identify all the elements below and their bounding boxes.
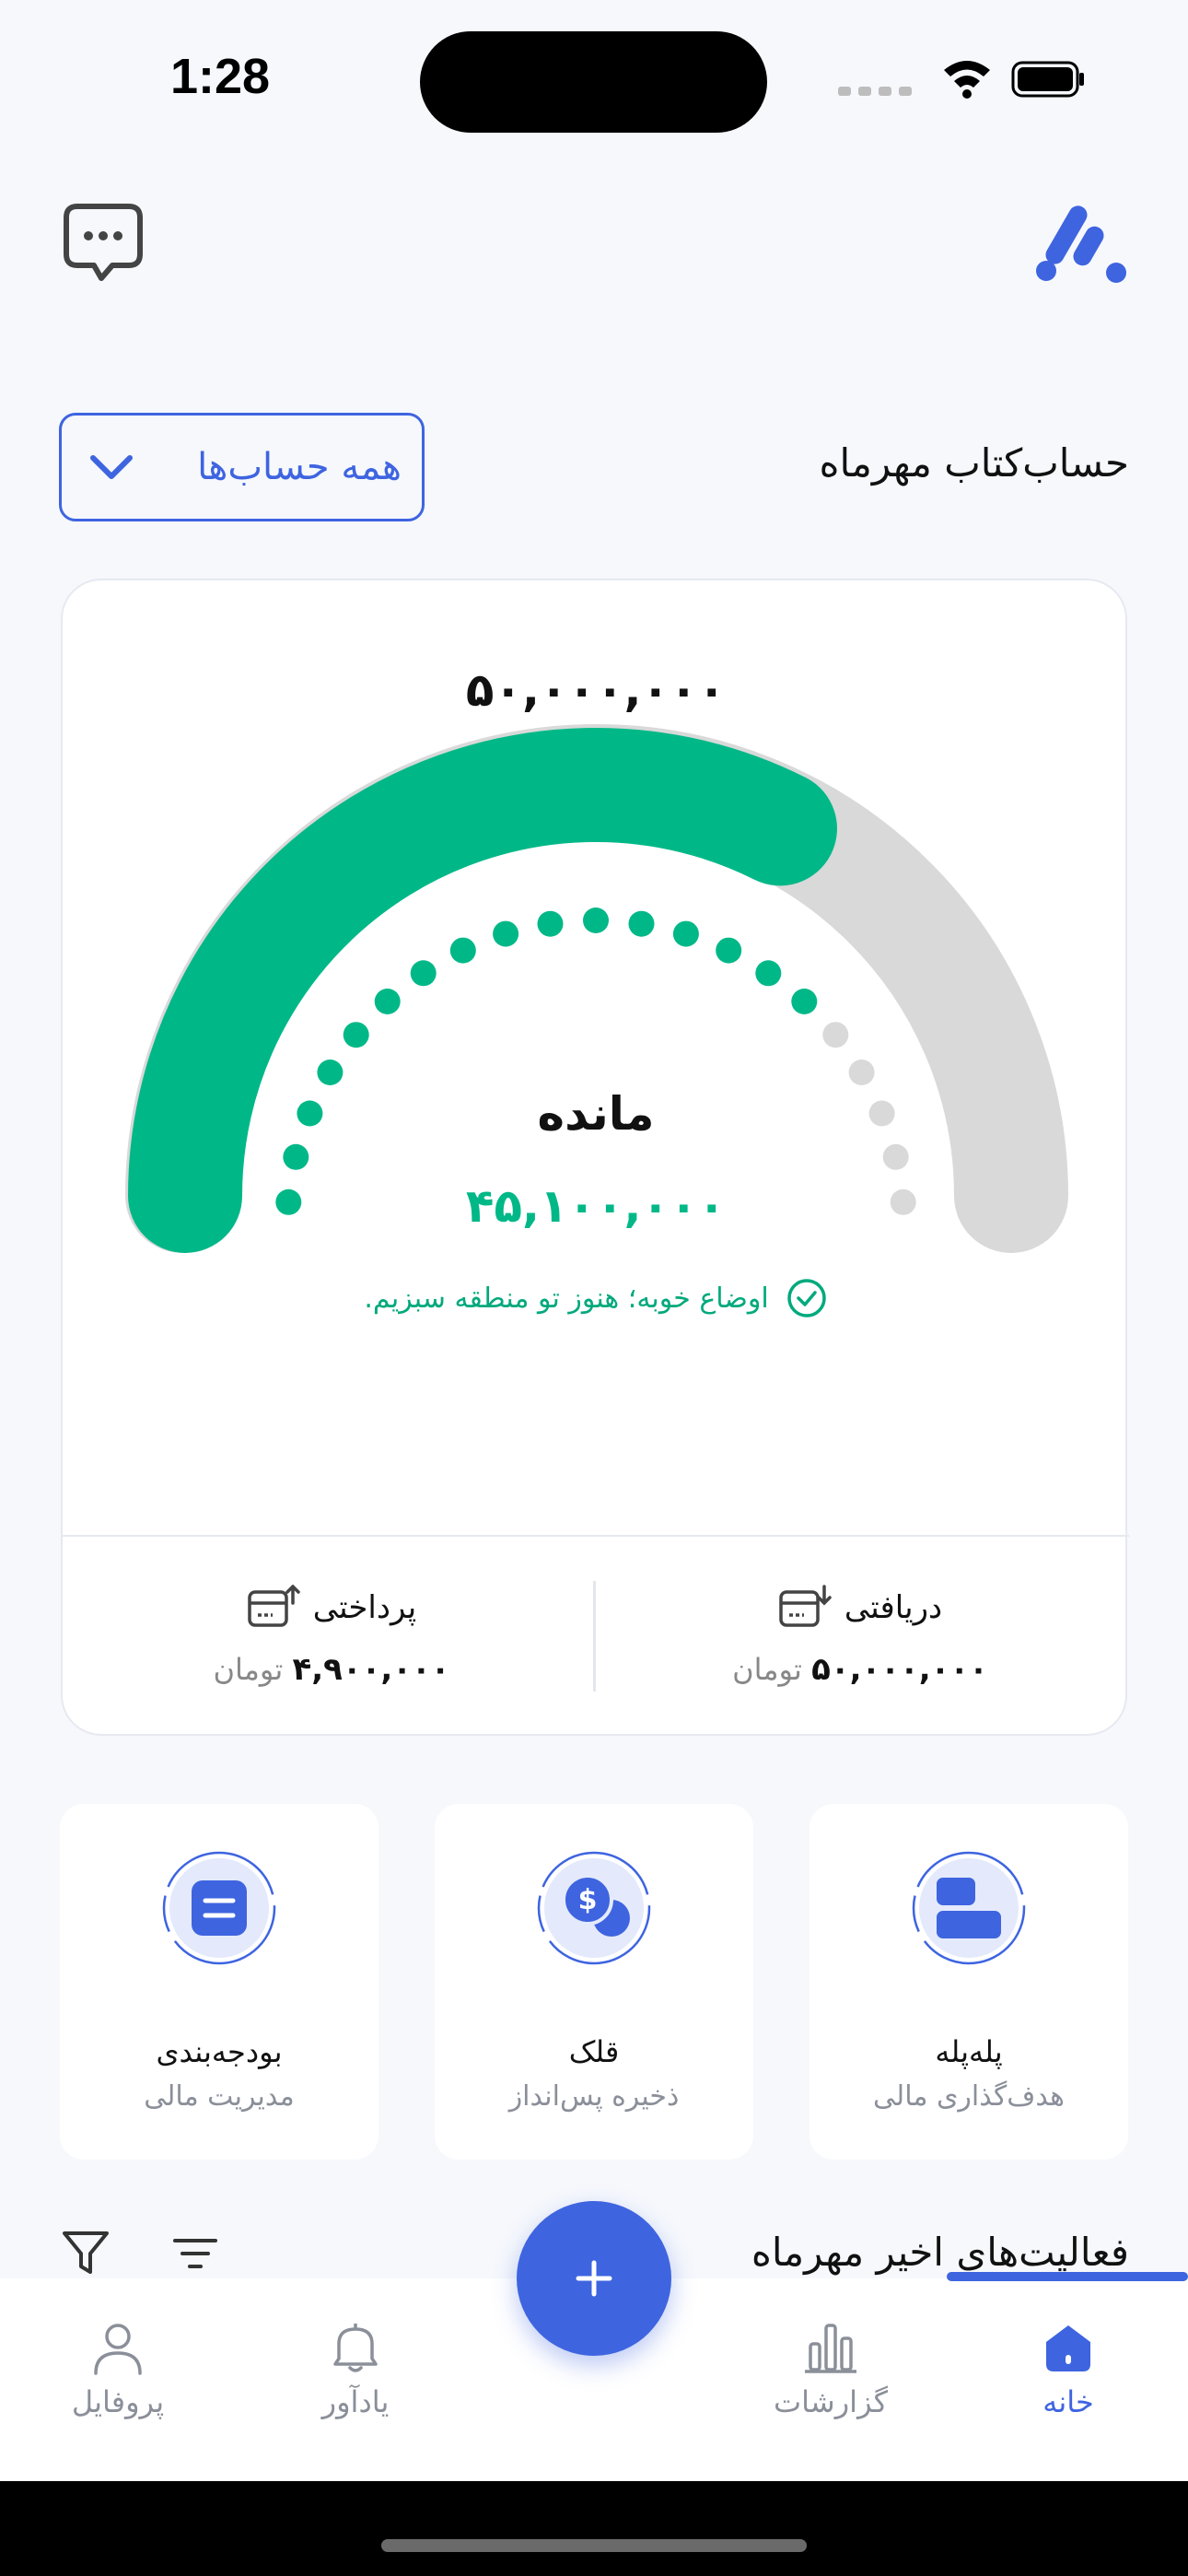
gauge-dot	[449, 937, 476, 964]
filter-icon[interactable]	[59, 2226, 112, 2279]
tab-home[interactable]: خانه	[976, 2318, 1160, 2419]
gauge-dot	[317, 1060, 344, 1085]
gauge-dot	[822, 1022, 849, 1048]
gauge-dot	[410, 960, 437, 987]
tile-budget-title: بودجه‌بندی	[156, 2034, 283, 2069]
status-message-text: اوضاع خوبه؛ هنوز تو منطقه سبزیم.	[364, 1282, 769, 1315]
tile-piggy[interactable]: $ قلک ذخیره پس‌انداز	[435, 1804, 753, 2160]
dynamic-island	[420, 31, 767, 133]
expense-value: ۴,۹۰۰,۰۰۰	[292, 1651, 450, 1688]
home-indicator-area	[0, 2481, 1188, 2576]
gauge-dot	[848, 1060, 875, 1085]
income-summary[interactable]: دریافتی ۵۰,۰۰۰,۰۰۰ تومان	[602, 1585, 1118, 1688]
card-divider	[63, 1535, 1129, 1537]
bell-icon	[333, 2324, 378, 2372]
activities-underline	[947, 2272, 1188, 2281]
total-amount: ۵۰,۰۰۰,۰۰۰	[465, 663, 727, 717]
piggy-coin-icon: $	[537, 1851, 651, 1965]
flow-divider	[593, 1581, 596, 1692]
tab-reports[interactable]: گزارشات	[739, 2318, 923, 2419]
gauge-dot	[493, 920, 519, 947]
gauge-dot	[716, 937, 742, 964]
tab-profile-label: پروفایل	[71, 2384, 165, 2419]
balance-gauge	[125, 724, 1068, 1253]
gauge-dot	[628, 910, 655, 937]
expense-summary[interactable]: پرداختی ۴,۹۰۰,۰۰۰ تومان	[74, 1585, 589, 1688]
tab-reports-label: گزارشات	[774, 2384, 888, 2419]
status-time: 1:28	[170, 49, 271, 104]
user-icon	[94, 2324, 142, 2375]
signal-icon	[838, 87, 912, 96]
expense-card-icon	[248, 1585, 300, 1627]
account-selector-label: همه حساب‌ها	[197, 446, 402, 488]
tile-piggy-subtitle: ذخیره پس‌انداز	[508, 2080, 680, 2113]
remaining-label: مانده	[537, 1087, 655, 1141]
tab-reminder-label: یادآور	[321, 2384, 390, 2419]
tile-budget[interactable]: بودجه‌بندی مدیریت مالی	[60, 1804, 379, 2160]
gauge-dot	[755, 960, 782, 987]
expense-unit: تومان	[213, 1652, 284, 1687]
home-icon	[1046, 2325, 1090, 2371]
income-unit: تومان	[732, 1652, 802, 1687]
activities-title: فعالیت‌های اخیر مهرماه	[751, 2230, 1129, 2275]
home-indicator[interactable]	[381, 2539, 807, 2552]
expense-label: پرداختی	[312, 1589, 417, 1626]
plus-icon	[576, 2260, 612, 2297]
bar-chart-icon	[805, 2324, 856, 2373]
gauge-dot	[583, 907, 609, 933]
svg-text:$: $	[578, 1884, 598, 1916]
tile-piggy-title: قلک	[568, 2034, 620, 2069]
status-icons	[838, 57, 1087, 107]
gauge-dot	[791, 989, 818, 1014]
wifi-icon	[944, 61, 990, 99]
status-message: اوضاع خوبه؛ هنوز تو منطقه سبزیم.	[63, 1277, 1129, 1319]
income-value: ۵۰,۰۰۰,۰۰۰	[811, 1651, 988, 1688]
app-logo-icon	[1026, 197, 1127, 289]
battery-icon	[1011, 61, 1084, 98]
tile-steps[interactable]: پله‌پله هدف‌گذاری مالی	[809, 1804, 1128, 2160]
tab-reminder[interactable]: یادآور	[263, 2318, 448, 2419]
account-selector-dropdown[interactable]: همه حساب‌ها	[59, 413, 425, 521]
gauge-dots	[275, 907, 916, 1215]
tile-steps-title: پله‌پله	[935, 2034, 1003, 2069]
remaining-value: ۴۵,۱۰۰,۰۰۰	[465, 1179, 727, 1233]
chat-icon[interactable]	[59, 197, 147, 286]
tab-home-label: خانه	[1042, 2384, 1094, 2419]
add-transaction-button[interactable]	[517, 2201, 671, 2356]
gauge-dot	[343, 1022, 369, 1048]
income-card-icon	[779, 1585, 832, 1627]
budget-icon	[162, 1851, 276, 1965]
tile-steps-subtitle: هدف‌گذاری مالی	[873, 2080, 1065, 2113]
gauge-dot	[882, 1143, 909, 1170]
sort-icon[interactable]	[171, 2233, 219, 2274]
balance-summary-card: ۵۰,۰۰۰,۰۰۰ مانده ۴۵,۱۰۰,۰۰۰ اوضاع خوبه؛ …	[61, 579, 1129, 1736]
gauge-dot	[537, 910, 564, 937]
check-circle-icon	[786, 1279, 826, 1317]
gauge-dot	[672, 920, 699, 947]
page-title: حساب‌کتاب مهرماه	[819, 440, 1129, 486]
gauge-dot	[283, 1143, 309, 1170]
chevron-down-icon	[90, 455, 133, 479]
gauge-dot	[374, 989, 401, 1014]
income-label: دریافتی	[844, 1589, 943, 1626]
tab-profile[interactable]: پروفایل	[26, 2318, 210, 2419]
steps-icon	[912, 1851, 1026, 1965]
tile-budget-subtitle: مدیریت مالی	[144, 2080, 295, 2113]
